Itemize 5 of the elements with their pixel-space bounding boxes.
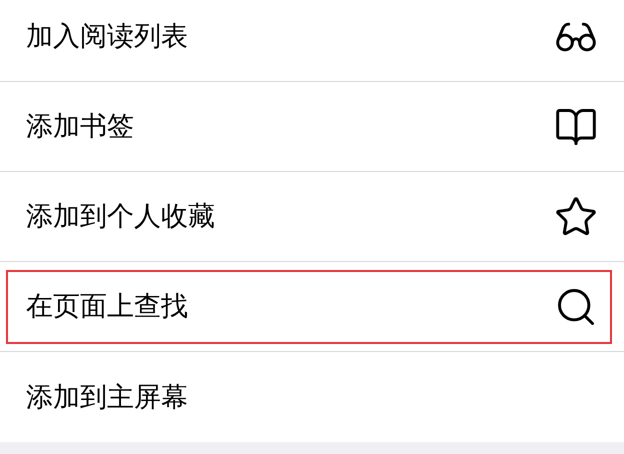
menu-item-label[interactable]: 添加到个人收藏 [26, 203, 215, 230]
menu-item-label[interactable]: 添加到主屏幕 [26, 384, 188, 410]
menu-item-label[interactable]: 在页面上查找 [26, 293, 188, 320]
menu-item-label[interactable]: 加入阅读列表 [26, 23, 188, 50]
menu-item-label[interactable]: 添加书签 [26, 113, 134, 140]
